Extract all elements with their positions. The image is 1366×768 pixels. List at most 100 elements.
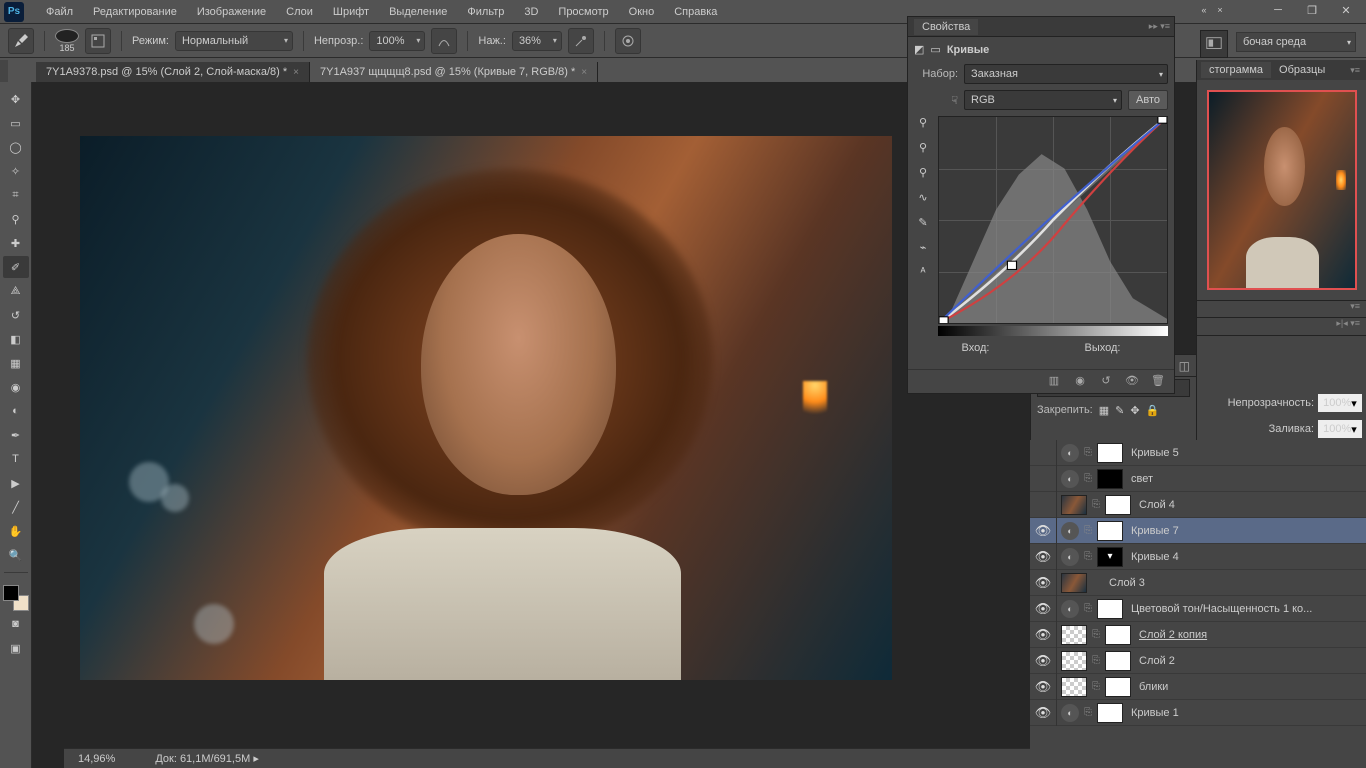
hand-tool[interactable]: ✋ — [3, 520, 29, 542]
eyedropper-black-icon[interactable]: ⚲ — [919, 116, 927, 129]
screenmode-button[interactable]: ▣ — [3, 637, 29, 659]
mask-thumb[interactable] — [1105, 625, 1131, 645]
menu-edit[interactable]: Редактирование — [83, 6, 187, 18]
layer-opacity-field[interactable]: 100%▾ — [1318, 394, 1362, 412]
path-select-tool[interactable]: ▶ — [3, 472, 29, 494]
menu-select[interactable]: Выделение — [379, 6, 457, 18]
layer-row[interactable]: 👁◐⎘Кривые 1 — [1030, 700, 1366, 726]
mask-thumb[interactable] — [1105, 495, 1131, 515]
auto-button[interactable]: Авто — [1128, 90, 1168, 110]
mask-thumb[interactable] — [1097, 443, 1123, 463]
eyedropper-gray-icon[interactable]: ⚲ — [919, 141, 927, 154]
visibility-icon[interactable]: 👁 — [1034, 549, 1052, 565]
layer-name[interactable]: Слой 2 копия — [1135, 629, 1366, 641]
current-tool-icon[interactable] — [8, 28, 34, 54]
menu-3d[interactable]: 3D — [514, 6, 548, 18]
visibility-icon[interactable]: 👁 — [1034, 601, 1052, 617]
layer-row[interactable]: 👁◐⎘Цветовой тон/Насыщенность 1 ко... — [1030, 596, 1366, 622]
menu-type[interactable]: Шрифт — [323, 6, 379, 18]
mask-thumb[interactable] — [1105, 677, 1131, 697]
zoom-value[interactable]: 14,96% — [78, 753, 115, 765]
workspace-select[interactable]: бочая среда▾ — [1236, 32, 1356, 52]
panel-menu-icon[interactable]: ▸▸ ▾≡ — [1149, 21, 1170, 32]
layer-thumb[interactable] — [1061, 495, 1087, 515]
lock-position-icon[interactable]: ✥ — [1130, 404, 1139, 417]
filter-smart-icon[interactable]: ◫ — [1179, 359, 1190, 373]
layer-thumb[interactable] — [1061, 573, 1087, 593]
mask-thumb[interactable] — [1097, 599, 1123, 619]
zoom-tool[interactable]: 🔍 — [3, 544, 29, 566]
stamp-tool[interactable]: ⟁ — [3, 280, 29, 302]
eraser-tool[interactable]: ◧ — [3, 328, 29, 350]
layer-row[interactable]: 👁⎘Слой 2 — [1030, 648, 1366, 674]
mask-thumb[interactable]: ▾ — [1097, 547, 1123, 567]
layer-name[interactable]: блики — [1135, 681, 1366, 693]
properties-panel-header[interactable]: Свойства ▸▸ ▾≡ — [908, 17, 1174, 37]
gradient-tool[interactable]: ▦ — [3, 352, 29, 374]
layer-name[interactable]: Кривые 4 — [1127, 551, 1366, 563]
trash-icon[interactable]: 🗑 — [1150, 373, 1166, 389]
dodge-tool[interactable]: ◐ — [3, 400, 29, 422]
workspace-icon-button[interactable] — [1200, 30, 1228, 58]
doc-info[interactable]: Док: 61,1M/691,5M ▸ — [155, 752, 259, 765]
layer-name[interactable]: Цветовой тон/Насыщенность 1 ко... — [1127, 603, 1366, 615]
maximize-button[interactable]: ❐ — [1296, 0, 1328, 20]
layer-fill-field[interactable]: 100%▾ — [1318, 420, 1362, 438]
menu-image[interactable]: Изображение — [187, 6, 276, 18]
visibility-icon[interactable]: 👁 — [1124, 373, 1140, 389]
smooth-curve-icon[interactable]: ⌁ — [920, 241, 927, 254]
layer-thumb[interactable] — [1061, 677, 1087, 697]
view-previous-icon[interactable]: ◉ — [1072, 373, 1088, 389]
pencil-curve-icon[interactable]: ✎ — [918, 216, 927, 229]
flow-field[interactable]: 36% — [512, 31, 562, 51]
layer-name[interactable]: Слой 3 — [1105, 577, 1366, 589]
crop-tool[interactable]: ⌗ — [3, 184, 29, 206]
link-icon[interactable]: ⎘ — [1091, 681, 1101, 692]
link-icon[interactable]: ⎘ — [1083, 447, 1093, 458]
lock-paint-icon[interactable]: ✎ — [1115, 404, 1124, 417]
histogram-options-icon[interactable]: ᴬ — [921, 266, 926, 278]
navigator-preview[interactable] — [1197, 80, 1366, 300]
blur-tool[interactable]: ◉ — [3, 376, 29, 398]
lock-transparency-icon[interactable]: ▦ — [1099, 404, 1109, 417]
document-tab-0[interactable]: 7Y1A9378.psd @ 15% (Слой 2, Слой-маска/8… — [36, 62, 310, 82]
link-icon[interactable]: ⎘ — [1091, 655, 1101, 666]
layer-row[interactable]: 👁⎘Слой 2 копия — [1030, 622, 1366, 648]
panel-close-icon[interactable]: × — [1214, 4, 1226, 16]
close-button[interactable]: ✕ — [1330, 0, 1362, 20]
layer-name[interactable]: Слой 4 — [1135, 499, 1366, 511]
layer-name[interactable]: Слой 2 — [1135, 655, 1366, 667]
menu-layer[interactable]: Слои — [276, 6, 323, 18]
tab-well-grip[interactable] — [0, 60, 8, 82]
layer-name[interactable]: Кривые 1 — [1127, 707, 1366, 719]
layer-row[interactable]: ◐⎘Кривые 5 — [1030, 440, 1366, 466]
color-swatch[interactable] — [3, 585, 29, 611]
magic-wand-tool[interactable]: ✧ — [3, 160, 29, 182]
lasso-tool[interactable]: ◯ — [3, 136, 29, 158]
mask-thumb[interactable] — [1097, 469, 1123, 489]
opacity-pressure-button[interactable] — [431, 28, 457, 54]
reset-icon[interactable]: ↺ — [1098, 373, 1114, 389]
layer-row[interactable]: ◐⎘свет — [1030, 466, 1366, 492]
eyedropper-white-icon[interactable]: ⚲ — [919, 166, 927, 179]
collapsed-panel-grip[interactable]: ▸|◂ ▾≡ — [1197, 318, 1366, 336]
move-tool[interactable]: ✥ — [3, 88, 29, 110]
blend-mode-select[interactable]: Нормальный — [175, 31, 293, 51]
visibility-icon[interactable]: 👁 — [1034, 627, 1052, 643]
lock-all-icon[interactable]: 🔒 — [1146, 404, 1160, 417]
layer-row[interactable]: 👁◐⎘▾Кривые 4 — [1030, 544, 1366, 570]
layer-name[interactable]: Кривые 7 — [1127, 525, 1366, 537]
tab-histogram[interactable]: стограмма — [1201, 62, 1271, 78]
curves-graph[interactable] — [938, 116, 1168, 324]
properties-tab[interactable]: Свойства — [914, 19, 978, 35]
link-icon[interactable]: ⎘ — [1083, 551, 1093, 562]
layer-name[interactable]: свет — [1127, 473, 1366, 485]
marquee-tool[interactable]: ▭ — [3, 112, 29, 134]
link-icon[interactable]: ⎘ — [1083, 525, 1093, 536]
panel-menu-icon[interactable]: ▾≡ — [1350, 65, 1360, 76]
layer-row[interactable]: 👁◐⎘Кривые 7 — [1030, 518, 1366, 544]
menu-help[interactable]: Справка — [664, 6, 727, 18]
link-icon[interactable]: ⎘ — [1083, 473, 1093, 484]
close-icon[interactable]: × — [581, 67, 587, 78]
layer-thumb[interactable] — [1061, 651, 1087, 671]
